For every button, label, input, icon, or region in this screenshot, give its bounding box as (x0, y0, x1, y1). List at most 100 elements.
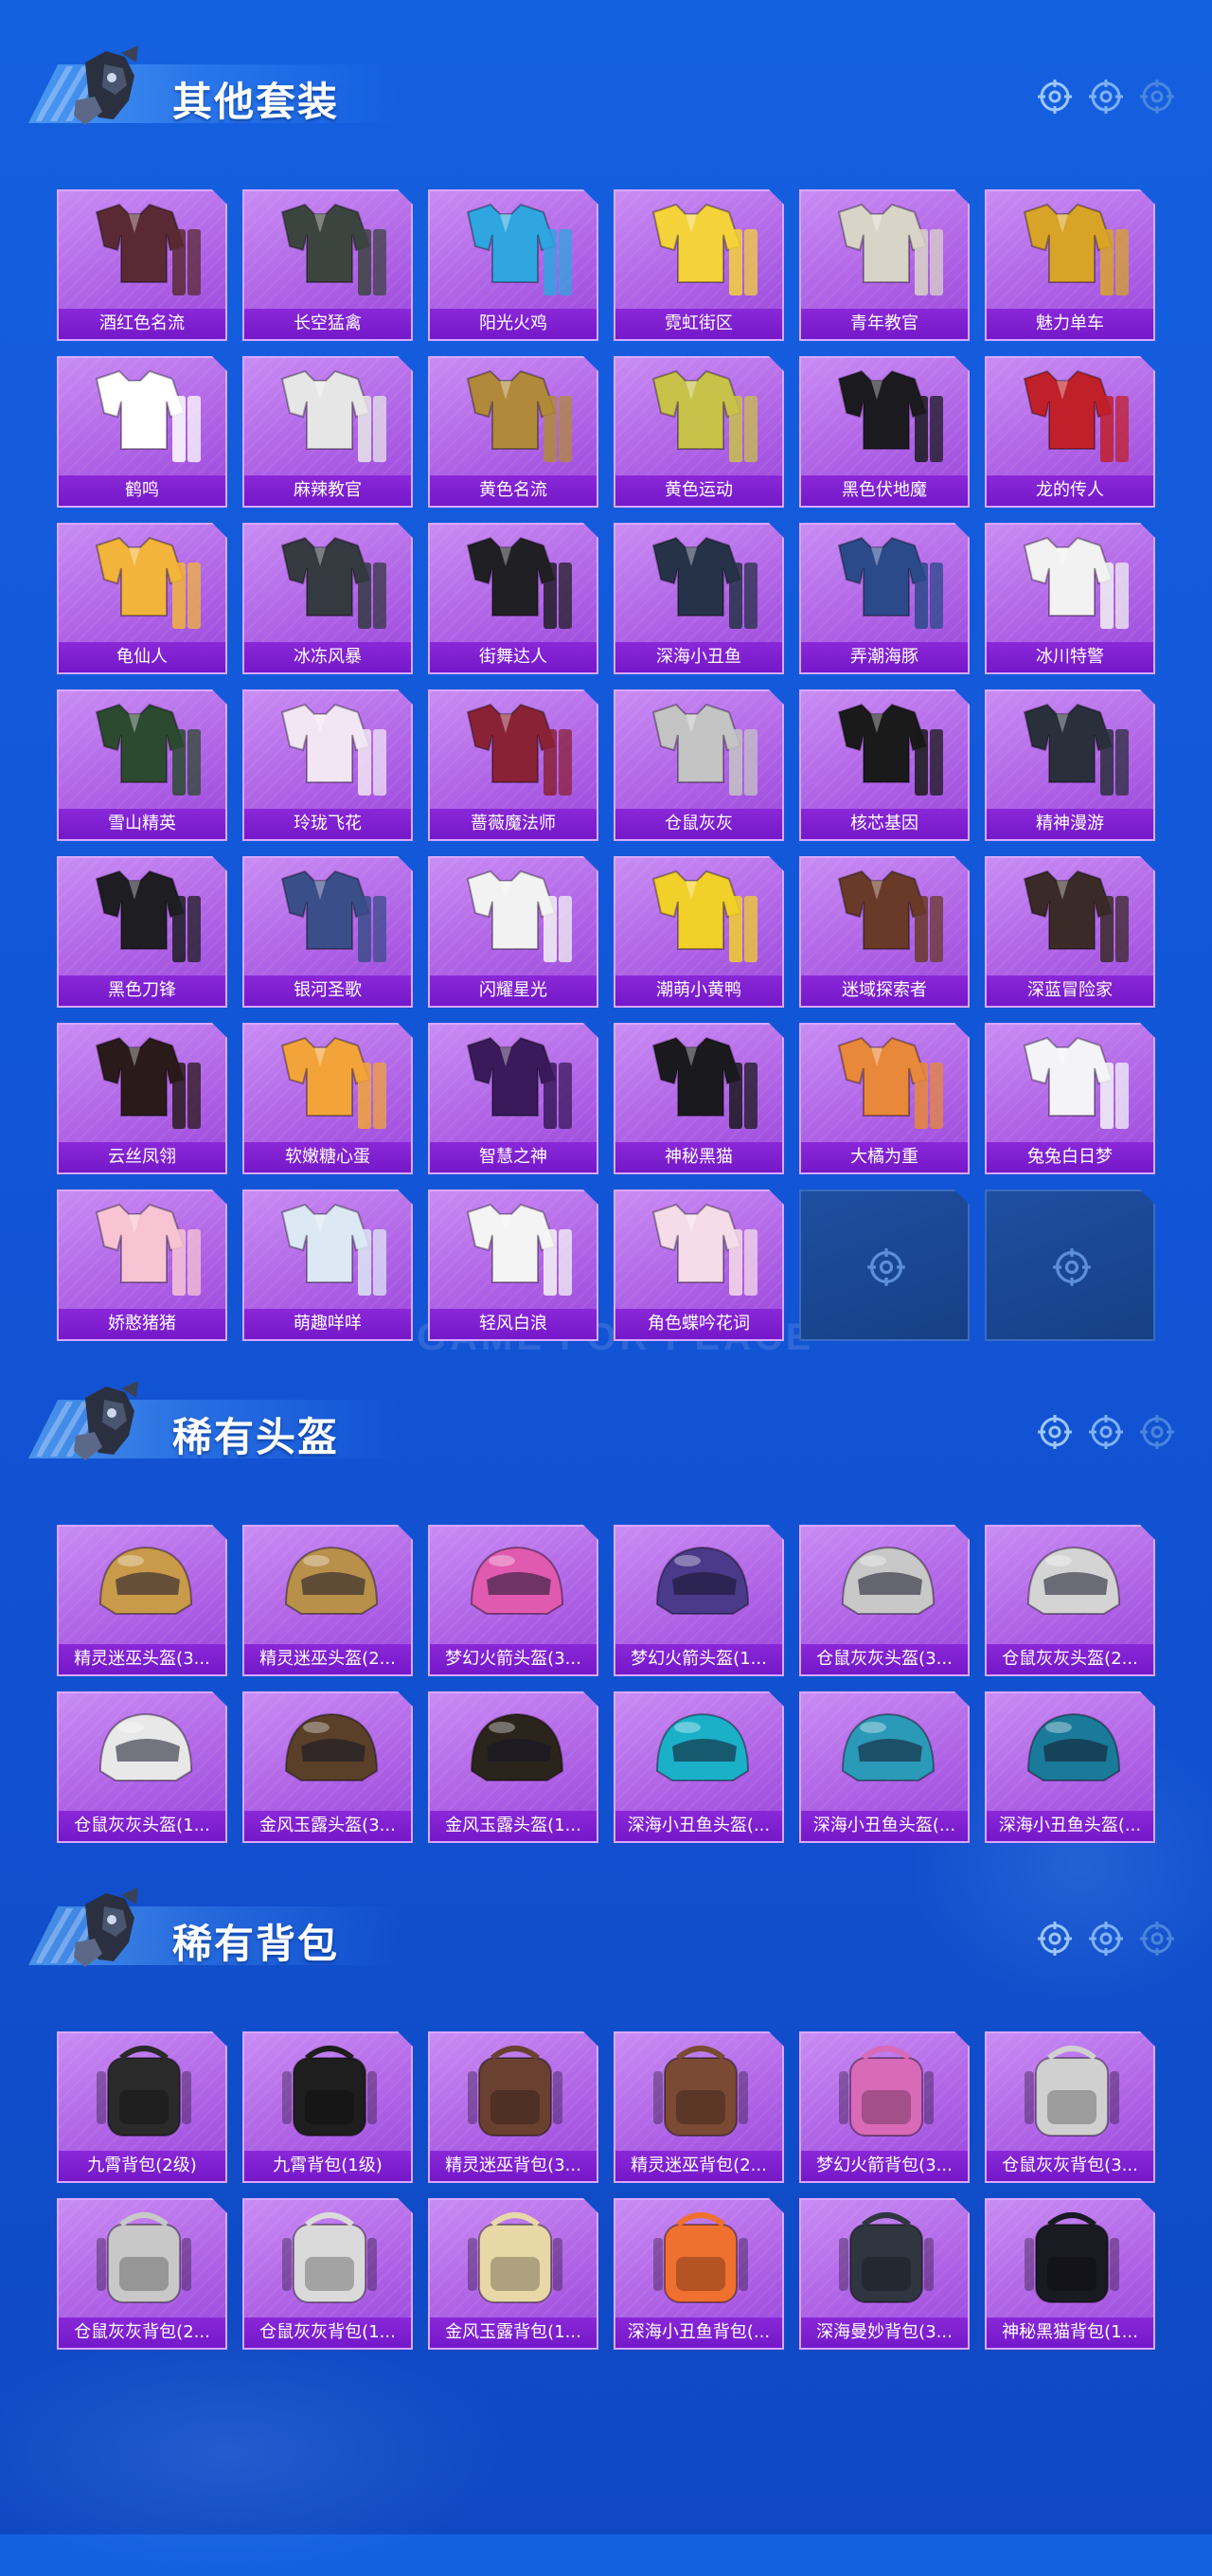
item-card[interactable]: 街舞达人 (428, 523, 598, 674)
item-card[interactable]: 霓虹街区 (614, 189, 784, 341)
section-title: 稀有背包 (172, 1921, 340, 1967)
item-card[interactable]: 阳光火鸡 (428, 189, 598, 341)
item-card[interactable]: 麻辣教官 (242, 356, 413, 508)
outfit-icon (987, 525, 1153, 642)
outfit-icon (801, 858, 968, 975)
item-card[interactable]: 核芯基因 (799, 689, 970, 841)
item-label: 精灵迷巫头盔(2... (244, 1644, 411, 1674)
item-label: 梦幻火箭头盔(1... (615, 1644, 782, 1674)
item-card[interactable]: 魅力单车 (985, 189, 1155, 341)
item-card[interactable]: 兔兔白日梦 (985, 1023, 1155, 1174)
crosshair-icon (1051, 1246, 1093, 1288)
item-card[interactable]: 深海小丑鱼 (614, 523, 784, 674)
item-card[interactable]: 梦幻火箭头盔(3... (428, 1525, 598, 1676)
helmet-icon (59, 1693, 225, 1811)
item-card[interactable]: 黑色伏地魔 (799, 356, 970, 508)
outfit-icon (430, 691, 597, 809)
item-card[interactable]: 银河圣歌 (242, 856, 413, 1008)
item-card[interactable]: 玲珑飞花 (242, 689, 413, 841)
item-card[interactable]: 鹤鸣 (57, 356, 227, 508)
item-grid: 酒红色名流 长空猛禽 阳光火鸡 霓虹街区 青年教官 魅力单车 鹤鸣 麻辣教官 黄色名流 黄色运动黑… (57, 189, 1155, 1341)
item-card[interactable]: 深海曼妙背包(3... (799, 2198, 970, 2350)
item-card[interactable]: 精灵迷巫背包(3... (428, 2031, 598, 2183)
item-label: 深海小丑鱼头盔(... (987, 1811, 1153, 1841)
item-card[interactable]: 梦幻火箭背包(3... (799, 2031, 970, 2183)
item-card[interactable]: 酒红色名流 (57, 189, 227, 341)
item-card[interactable]: 黑色刀锋 (57, 856, 227, 1008)
item-card[interactable]: 深海小丑鱼背包(... (614, 2198, 784, 2350)
item-label: 九霄背包(1级) (244, 2151, 411, 2181)
item-card[interactable]: 仓鼠灰灰背包(3... (985, 2031, 1155, 2183)
item-card[interactable]: 仓鼠灰灰头盔(2... (985, 1525, 1155, 1676)
item-card[interactable]: 深海小丑鱼头盔(... (614, 1691, 784, 1843)
item-card[interactable]: 弄潮海豚 (799, 523, 970, 674)
item-card[interactable]: 神秘黑猫背包(1... (985, 2198, 1155, 2350)
item-card[interactable]: 仓鼠灰灰头盔(3... (799, 1525, 970, 1676)
outfit-icon (801, 691, 968, 809)
section-rare-backpacks: 稀有背包 九霄背包(2级) 九霄背包(1级) 精灵迷巫背包(3... 精灵迷巫背包(2… (0, 1880, 1212, 1984)
reticle-group (1036, 78, 1176, 116)
item-label: 深海曼妙背包(3... (801, 2317, 968, 2348)
item-card[interactable]: 精灵迷巫头盔(3... (57, 1525, 227, 1676)
helmet-icon (244, 1527, 411, 1644)
item-card[interactable]: 迷域探索者 (799, 856, 970, 1008)
item-label: 金风玉露背包(1... (430, 2317, 597, 2348)
item-label: 梦幻火箭背包(3... (801, 2151, 968, 2181)
item-card[interactable]: 蔷薇魔法师 (428, 689, 598, 841)
item-card[interactable]: 雪山精英 (57, 689, 227, 841)
item-card[interactable]: 龟仙人 (57, 523, 227, 674)
item-card[interactable]: 精灵迷巫背包(2... (614, 2031, 784, 2183)
item-label: 闪耀星光 (430, 975, 597, 1006)
item-card[interactable]: 大橘为重 (799, 1023, 970, 1174)
crosshair-icon (1038, 80, 1072, 114)
item-card[interactable]: 仓鼠灰灰 (614, 689, 784, 841)
item-card[interactable]: 萌趣咩咩 (242, 1190, 413, 1341)
item-card[interactable]: 仓鼠灰灰头盔(1... (57, 1691, 227, 1843)
item-card[interactable]: 冰冻风暴 (242, 523, 413, 674)
outfit-icon (244, 691, 411, 809)
item-card[interactable]: 黄色名流 (428, 356, 598, 508)
item-card[interactable]: 娇憨猪猪 (57, 1190, 227, 1341)
item-label: 龟仙人 (59, 642, 225, 672)
backpack-icon (987, 2033, 1153, 2151)
item-card[interactable]: 潮萌小黄鸭 (614, 856, 784, 1008)
item-card[interactable]: 智慧之神 (428, 1023, 598, 1174)
item-card[interactable]: 软嫩糖心蛋 (242, 1023, 413, 1174)
item-grid: 九霄背包(2级) 九霄背包(1级) 精灵迷巫背包(3... 精灵迷巫背包(2... 梦幻… (57, 2031, 1155, 2350)
item-card[interactable]: 深海小丑鱼头盔(... (799, 1691, 970, 1843)
item-card[interactable]: 九霄背包(1级) (242, 2031, 413, 2183)
item-card[interactable]: 精神漫游 (985, 689, 1155, 841)
outfit-icon (244, 858, 411, 975)
item-card[interactable]: 九霄背包(2级) (57, 2031, 227, 2183)
item-card[interactable]: 黄色运动 (614, 356, 784, 508)
item-card[interactable]: 金风玉露头盔(1... (428, 1691, 598, 1843)
item-card[interactable]: 仓鼠灰灰背包(1... (242, 2198, 413, 2350)
item-label: 青年教官 (801, 309, 968, 339)
item-card[interactable]: 冰川特警 (985, 523, 1155, 674)
item-card[interactable]: 金风玉露背包(1... (428, 2198, 598, 2350)
item-label: 蔷薇魔法师 (430, 809, 597, 839)
item-card[interactable]: 神秘黑猫 (614, 1023, 784, 1174)
item-card[interactable]: 闪耀星光 (428, 856, 598, 1008)
item-card[interactable]: 梦幻火箭头盔(1... (614, 1525, 784, 1676)
item-label: 街舞达人 (430, 642, 597, 672)
outfit-icon (244, 191, 411, 309)
item-label: 雪山精英 (59, 809, 225, 839)
item-card[interactable]: 角色蝶吟花词 (614, 1190, 784, 1341)
outfit-icon (244, 358, 411, 475)
item-card[interactable]: 深海小丑鱼头盔(... (985, 1691, 1155, 1843)
item-label: 深海小丑鱼 (615, 642, 782, 672)
item-card[interactable]: 金风玉露头盔(3... (242, 1691, 413, 1843)
item-card[interactable]: 精灵迷巫头盔(2... (242, 1525, 413, 1676)
item-card[interactable]: 深蓝冒险家 (985, 856, 1155, 1008)
section-other-outfits: 其他套装 酒红色名流 长空猛禽 阳光火鸡 霓虹街区 青年教官 魅力单车 鹤鸣 麻辣教官 黄色名流… (0, 38, 1212, 142)
item-label: 仓鼠灰灰头盔(2... (987, 1644, 1153, 1674)
item-card[interactable]: 轻风白浪 (428, 1190, 598, 1341)
outfit-icon (801, 525, 968, 642)
item-card[interactable]: 龙的传人 (985, 356, 1155, 508)
item-card[interactable]: 长空猛禽 (242, 189, 413, 341)
item-label: 龙的传人 (987, 475, 1153, 506)
item-card[interactable]: 青年教官 (799, 189, 970, 341)
item-card[interactable]: 仓鼠灰灰背包(2... (57, 2198, 227, 2350)
item-card[interactable]: 云丝凤翎 (57, 1023, 227, 1174)
